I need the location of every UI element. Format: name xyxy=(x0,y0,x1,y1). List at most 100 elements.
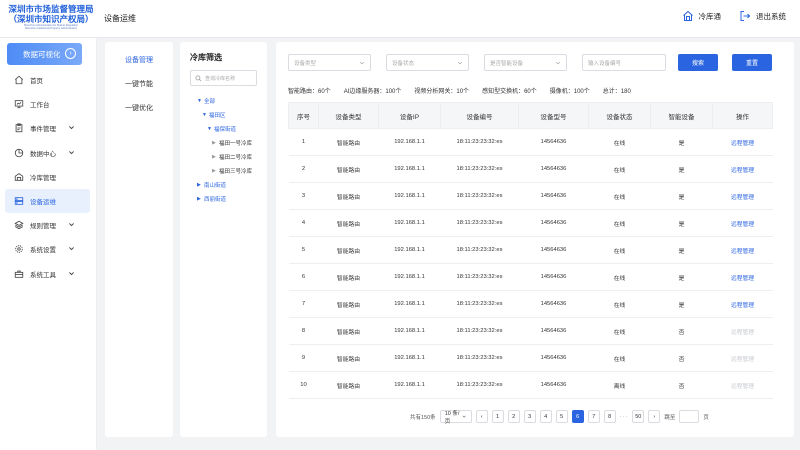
total-count: 共有150条 xyxy=(410,414,436,421)
page-button[interactable]: 2 xyxy=(507,410,520,423)
logout-button[interactable]: 退出系统 xyxy=(739,10,786,22)
table-cell: 是 xyxy=(650,236,713,264)
device-status-select[interactable]: 设备状态 xyxy=(386,54,469,71)
column-header: 设备型号 xyxy=(518,102,589,129)
table-cell: 9 xyxy=(288,344,319,372)
submenu-energy-saving[interactable]: 一键节能 xyxy=(105,72,173,96)
remote-manage-link[interactable]: 远程管理 xyxy=(712,290,773,318)
tree-node-fubao[interactable]: ▼ 福保街道 xyxy=(197,122,252,136)
table-cell: 智能路由 xyxy=(318,344,379,372)
remote-manage-link[interactable]: 远程管理 xyxy=(712,128,773,156)
sidebar-item-settings[interactable]: 系统设置 xyxy=(0,237,97,261)
coldstore-link[interactable]: 冷库通 xyxy=(682,10,721,22)
next-page-button[interactable]: › xyxy=(648,410,661,423)
device-stats: 智能路由：60个 AI边缘服务器：100个 视频分析网关：10个 感知型交换机：… xyxy=(288,86,644,95)
device-table: 序号 设备类型 设备IP 设备编号 设备型号 设备状态 智能设备 操作 1 智能路… xyxy=(288,102,773,399)
clipboard-icon xyxy=(15,123,23,133)
sidebar-item-home[interactable]: 首页 xyxy=(0,68,97,92)
table-cell: 192.168.1.1 xyxy=(378,236,441,264)
device-type-select[interactable]: 设备类型 xyxy=(288,54,371,71)
table-cell: 14564636 xyxy=(518,155,589,183)
search-button[interactable]: 搜索 xyxy=(678,54,718,71)
tree-node-all[interactable]: ▼ 全部 xyxy=(197,94,252,108)
table-cell: 192.168.1.1 xyxy=(378,290,441,318)
remote-manage-link[interactable]: 远程管理 xyxy=(712,236,773,264)
tree-node-futian-3[interactable]: ▶ 福田三号冷库 xyxy=(197,164,252,178)
logo-line-4: Shenzhen Intellectual Property Administr… xyxy=(24,27,78,31)
table-cell: 是 xyxy=(650,128,713,156)
table-cell: 14564636 xyxy=(518,317,589,345)
sidebar-item-rules[interactable]: 规则管理 xyxy=(0,213,97,237)
sidebar-item-label: 规则管理 xyxy=(30,223,56,231)
submenu-device-management[interactable]: 设备管理 xyxy=(105,48,173,72)
table-cell: 18:11:23:23:32:es xyxy=(440,209,519,237)
reset-button[interactable]: 重置 xyxy=(732,54,772,71)
remote-manage-link[interactable]: 远程管理 xyxy=(712,182,773,210)
remote-manage-link[interactable]: 远程管理 xyxy=(712,155,773,183)
chevron-down-icon xyxy=(69,126,74,130)
chevron-down-icon xyxy=(555,61,561,64)
sidebar-item-workbench[interactable]: 工作台 xyxy=(0,92,97,116)
header-actions: 冷库通 退出系统 xyxy=(682,10,786,22)
chevron-down-icon xyxy=(69,247,74,251)
page-button[interactable]: 8 xyxy=(603,410,616,423)
page-suffix: 页 xyxy=(703,414,709,421)
coldstore-search-input[interactable]: 查询冷库名称 xyxy=(190,70,257,86)
page-button[interactable]: 50 xyxy=(632,410,645,423)
table-cell: 8 xyxy=(288,317,319,345)
tree-node-futian-2[interactable]: ▶ 福田二号冷库 xyxy=(197,150,252,164)
tree-node-futian-1[interactable]: ▶ 福田一号冷库 xyxy=(197,136,252,150)
jump-page-input[interactable] xyxy=(679,410,700,423)
sidebar-item-label: 系统设置 xyxy=(30,247,56,255)
page-button[interactable]: 4 xyxy=(539,410,552,423)
prev-page-button[interactable]: ‹ xyxy=(475,410,488,423)
column-header: 设备编号 xyxy=(440,102,519,129)
device-number-input[interactable]: 输入设备编号 xyxy=(582,54,666,71)
caret-down-icon: ▼ xyxy=(207,126,212,132)
table-cell: 18:11:23:23:32:es xyxy=(440,317,519,345)
page-button[interactable]: 7 xyxy=(587,410,600,423)
caret-down-icon: ▼ xyxy=(197,98,202,104)
table-row: 6 智能路由 192.168.1.1 18:11:23:23:32:es 1456463… xyxy=(288,263,773,291)
table-header: 序号 设备类型 设备IP 设备编号 设备型号 设备状态 智能设备 操作 xyxy=(288,102,773,129)
tree-node-futian[interactable]: ▼ 福田区 xyxy=(197,108,252,122)
logo: 深圳市市场监督管理局 （深圳市知识产权局） Shenzhen Administr… xyxy=(8,4,94,34)
smart-device-select[interactable]: 是否智能设备 xyxy=(484,54,567,71)
current-page-button[interactable]: 6 xyxy=(571,410,584,423)
tree-node-xili[interactable]: ▶ 西丽街道 xyxy=(197,192,252,206)
chevron-left-icon: ‹ xyxy=(480,413,483,420)
tree-node-nanshan[interactable]: ▶ 南山街道 xyxy=(197,178,252,192)
page-button[interactable]: 3 xyxy=(523,410,536,423)
stat-switch: 感知型交换机：60个 xyxy=(482,89,537,95)
sidebar-item-events[interactable]: 事件管理 xyxy=(0,116,97,140)
data-visualization-button[interactable]: 数据可视化 › xyxy=(7,43,82,65)
page-ellipsis[interactable]: ··· xyxy=(620,414,629,420)
table-cell: 1 xyxy=(288,128,319,156)
table-cell: 18:11:23:23:32:es xyxy=(440,128,519,156)
tree-node-label: 福田区 xyxy=(209,113,226,119)
table-cell: 4 xyxy=(288,209,319,237)
server-icon xyxy=(14,197,24,205)
sidebar-item-device-ops[interactable]: 设备运维 xyxy=(5,188,90,214)
table-cell: 在线 xyxy=(588,209,651,237)
remote-manage-link[interactable]: 远程管理 xyxy=(712,209,773,237)
coldstore-filter-panel: 冷库筛选 查询冷库名称 ▼ 全部 ▼ 福田区 ▼ 福保街道 ▶ 福田一号冷库 ▶… xyxy=(180,42,267,437)
sidebar-item-data-center[interactable]: 数据中心 xyxy=(0,141,97,165)
page-size-select[interactable]: 10 条/页 xyxy=(439,410,472,425)
sidebar-item-label: 事件管理 xyxy=(30,126,56,134)
table-cell: 在线 xyxy=(588,344,651,372)
table-cell: 2 xyxy=(288,155,319,183)
table-cell: 192.168.1.1 xyxy=(378,317,441,345)
page-button[interactable]: 5 xyxy=(555,410,568,423)
table-cell: 18:11:23:23:32:es xyxy=(440,155,519,183)
table-cell: 在线 xyxy=(588,128,651,156)
page-button[interactable]: 1 xyxy=(491,410,504,423)
table-cell: 192.168.1.1 xyxy=(378,155,441,183)
submenu-optimize[interactable]: 一键优化 xyxy=(105,96,173,120)
sidebar-item-label: 设备运维 xyxy=(30,199,56,207)
sidebar-item-tools[interactable]: 系统工具 xyxy=(0,262,97,286)
table-cell: 否 xyxy=(650,344,713,372)
remote-manage-link[interactable]: 远程管理 xyxy=(712,263,773,291)
table-cell: 否 xyxy=(650,371,713,399)
sidebar-item-coldstore[interactable]: 冷库管理 xyxy=(0,165,97,189)
